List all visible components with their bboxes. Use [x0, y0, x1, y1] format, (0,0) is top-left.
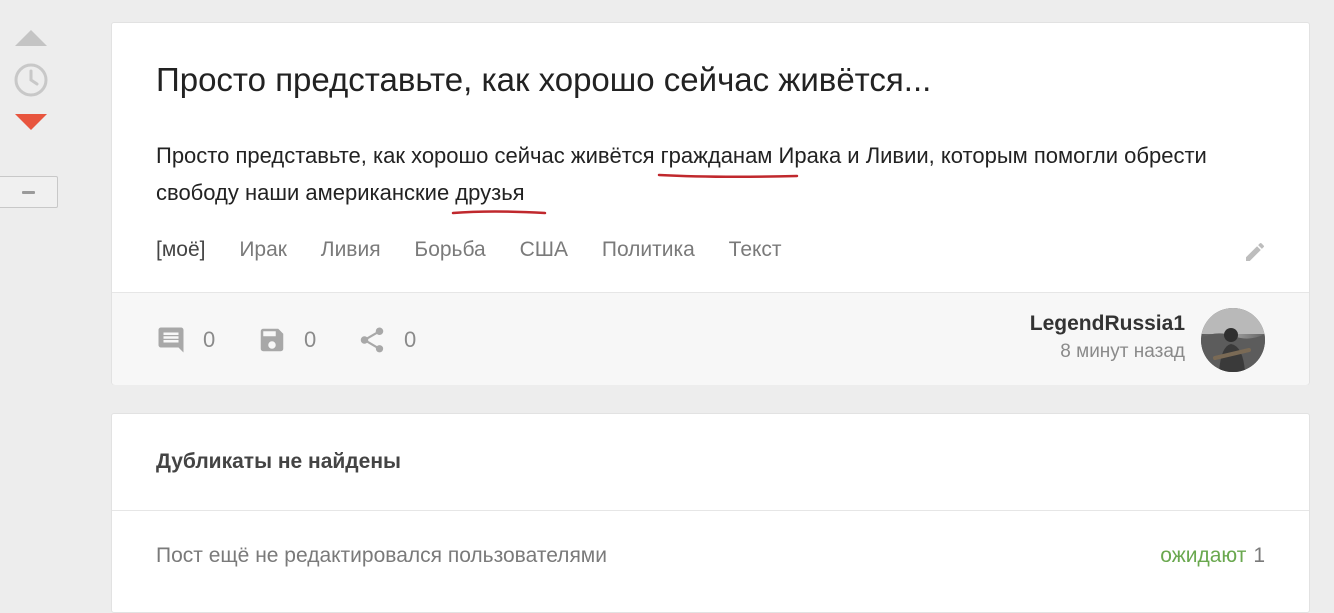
tag-usa[interactable]: США: [520, 238, 568, 261]
saves-count: 0: [304, 327, 317, 352]
save-button[interactable]: 0: [257, 325, 316, 355]
post-card: Просто представьте, как хорошо сейчас жи…: [111, 22, 1310, 385]
author-info: LegendRussia1 8 минут назад: [1030, 312, 1185, 363]
edit-status: Пост ещё не редактировался пользователям…: [156, 544, 607, 567]
divider: [112, 510, 1309, 511]
author-name[interactable]: LegendRussia1: [1030, 312, 1185, 336]
share-button[interactable]: 0: [357, 325, 416, 355]
avatar[interactable]: [1201, 308, 1265, 372]
share-icon: [360, 327, 384, 353]
comments-button[interactable]: 0: [156, 325, 215, 355]
underlined-word-1: гражданам: [657, 137, 798, 179]
post-title[interactable]: Просто представьте, как хорошо сейчас жи…: [156, 61, 931, 99]
comments-count: 0: [203, 327, 216, 352]
comment-icon: [158, 327, 184, 353]
avatar-image: [1201, 308, 1265, 372]
shares-count: 0: [404, 327, 417, 352]
red-underline-1: [657, 173, 798, 179]
tag-struggle[interactable]: Борьба: [414, 238, 485, 261]
waiting-label: ожидают: [1160, 544, 1247, 567]
tag-politics[interactable]: Политика: [602, 238, 695, 261]
underlined-word-2: друзья: [452, 174, 547, 215]
tag-libya[interactable]: Ливия: [321, 238, 381, 261]
tag-text[interactable]: Текст: [729, 238, 782, 261]
post-text-part1: Просто представьте, как хорошо сейчас жи…: [156, 143, 661, 168]
vote-down-icon[interactable]: [15, 114, 47, 130]
pencil-icon[interactable]: [1243, 240, 1267, 264]
waiting-link[interactable]: ожидают 1: [1160, 544, 1265, 568]
red-underline-2: [452, 210, 547, 215]
underlined-word-1-text: гражданам: [660, 143, 773, 168]
post-footer: 0 0 0 LegendRussia1 8 минут назад: [112, 292, 1309, 385]
tag-mine[interactable]: [моё]: [156, 238, 205, 261]
tag-list: [моё] Ирак Ливия Борьба США Политика Тек…: [156, 238, 810, 262]
tag-iraq[interactable]: Ирак: [239, 238, 287, 261]
underlined-word-2-text: друзья: [455, 180, 525, 205]
duplicates-title: Дубликаты не найдены: [156, 450, 401, 473]
collapse-button[interactable]: [0, 176, 58, 208]
post-text: Просто представьте, как хорошо сейчас жи…: [156, 137, 1266, 215]
duplicates-card: Дубликаты не найдены Пост ещё не редакти…: [111, 413, 1310, 613]
post-time: 8 минут назад: [1060, 341, 1185, 362]
vote-up-icon[interactable]: [15, 30, 47, 46]
waiting-count: 1: [1253, 544, 1265, 567]
clock-icon[interactable]: [13, 62, 49, 98]
minus-icon: [22, 191, 35, 194]
save-icon: [260, 328, 284, 352]
